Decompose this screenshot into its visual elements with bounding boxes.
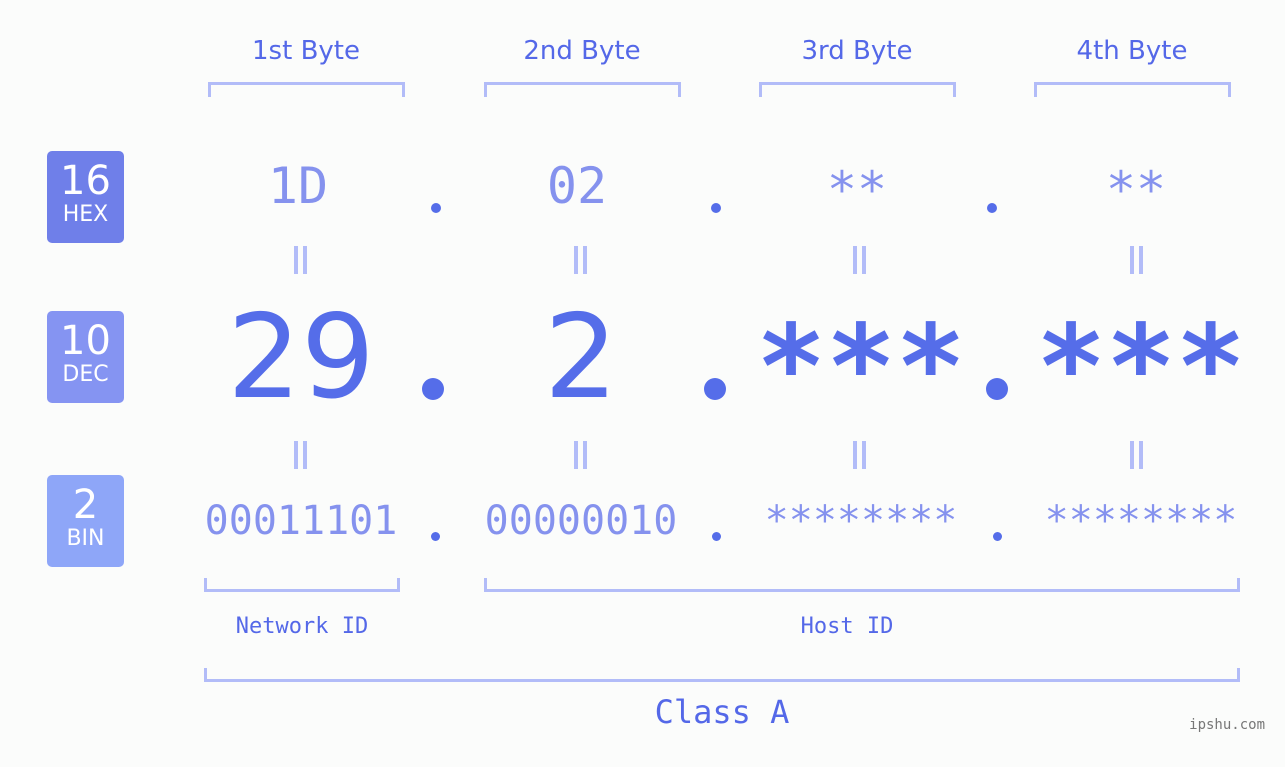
class-bracket — [204, 668, 1240, 682]
bin-byte-3: ******** — [764, 498, 958, 544]
hex-byte-4: ** — [1105, 161, 1167, 219]
bin-byte-1: 00011101 — [204, 498, 398, 544]
byte-header-3: 3rd Byte — [801, 36, 913, 66]
hex-base-badge: 16 HEX — [47, 151, 124, 243]
host-id-label: Host ID — [800, 614, 894, 639]
network-id-label: Network ID — [235, 614, 369, 639]
equals-sign — [850, 246, 868, 274]
dec-byte-1: 29 — [227, 290, 375, 425]
equals-sign — [571, 246, 589, 274]
hex-separator-2 — [711, 203, 721, 213]
dec-separator-3 — [986, 378, 1008, 400]
dec-base-number: 10 — [60, 318, 111, 364]
dec-byte-4: *** — [1036, 300, 1246, 435]
watermark: ipshu.com — [1189, 717, 1265, 733]
bin-base-label: BIN — [66, 526, 105, 551]
dec-separator-1 — [422, 378, 444, 400]
dec-base-label: DEC — [62, 362, 109, 387]
hex-separator-1 — [431, 203, 441, 213]
hex-byte-3: ** — [826, 161, 888, 219]
byte-bracket-4 — [1034, 82, 1231, 97]
ip-class-label: Class A — [654, 693, 790, 731]
network-id-bracket — [204, 578, 400, 592]
equals-sign — [1127, 441, 1145, 469]
byte-header-4: 4th Byte — [1076, 36, 1188, 66]
dec-separator-2 — [704, 378, 726, 400]
bin-byte-2: 00000010 — [484, 498, 678, 544]
equals-sign — [291, 246, 309, 274]
byte-bracket-1 — [208, 82, 405, 97]
equals-sign — [571, 441, 589, 469]
bin-separator-1 — [431, 532, 440, 541]
byte-header-1: 1st Byte — [252, 36, 360, 66]
hex-byte-2: 02 — [546, 157, 608, 215]
bin-byte-4: ******** — [1044, 498, 1238, 544]
dec-byte-2: 2 — [544, 290, 618, 425]
equals-sign — [291, 441, 309, 469]
bin-base-badge: 2 BIN — [47, 475, 124, 567]
hex-base-number: 16 — [60, 158, 111, 204]
equals-sign — [1127, 246, 1145, 274]
hex-separator-3 — [987, 203, 997, 213]
equals-sign — [850, 441, 868, 469]
bin-base-number: 2 — [72, 482, 99, 528]
bin-separator-3 — [993, 532, 1002, 541]
bin-separator-2 — [712, 532, 721, 541]
byte-header-2: 2nd Byte — [523, 36, 641, 66]
host-id-bracket — [484, 578, 1240, 592]
byte-bracket-2 — [484, 82, 681, 97]
byte-bracket-3 — [759, 82, 956, 97]
hex-base-label: HEX — [62, 202, 109, 227]
dec-base-badge: 10 DEC — [47, 311, 124, 403]
dec-byte-3: *** — [756, 300, 966, 435]
hex-byte-1: 1D — [267, 157, 329, 215]
